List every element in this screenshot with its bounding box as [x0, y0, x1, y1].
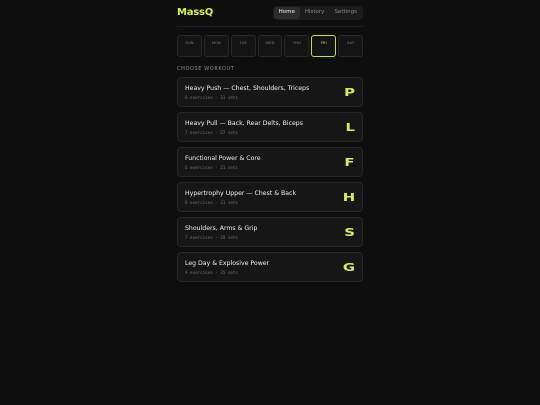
workout-list: Heavy Push — Chest, Shoulders, Triceps 8…	[177, 77, 363, 287]
workout-card-functional[interactable]: Functional Power & Core 6 exercises · 21…	[177, 147, 363, 177]
tab-settings[interactable]: Settings	[329, 7, 362, 19]
workout-title: Shoulders, Arms & Grip	[185, 225, 258, 232]
workout-meta: 7 exercises · 27 sets	[185, 130, 238, 135]
workout-letter-badge: G	[342, 261, 355, 274]
workout-letter-badge: P	[344, 86, 355, 99]
workout-card-shoulders[interactable]: Shoulders, Arms & Grip 7 exercises · 28 …	[177, 217, 363, 247]
section-label: CHOOSE WORKOUT	[177, 66, 235, 72]
workout-title: Leg Day & Explosive Power	[185, 260, 270, 267]
day-sat[interactable]: SAT	[338, 35, 364, 57]
workout-meta: 7 exercises · 28 sets	[185, 235, 238, 240]
workout-card-pull[interactable]: Heavy Pull — Back, Rear Delts, Biceps 7 …	[177, 112, 363, 142]
top-bar: MassQ Home History Settings	[177, 6, 363, 20]
day-wed[interactable]: WED	[257, 35, 283, 57]
day-selector: SUN MON TUE WED THU FRI SAT	[177, 35, 364, 57]
day-thu[interactable]: THU	[284, 35, 310, 57]
day-sun[interactable]: SUN	[177, 35, 202, 57]
workout-meta: 6 exercises · 21 sets	[185, 165, 238, 170]
workout-card-push[interactable]: Heavy Push — Chest, Shoulders, Triceps 8…	[177, 77, 363, 107]
workout-meta: 9 exercises · 35 sets	[185, 270, 238, 275]
workout-title: Functional Power & Core	[185, 155, 261, 162]
workout-letter-badge: S	[344, 226, 355, 239]
main-nav: Home History Settings	[272, 6, 363, 20]
workout-card-legs[interactable]: Leg Day & Explosive Power 9 exercises · …	[177, 252, 363, 282]
workout-card-hypertrophy[interactable]: Hypertrophy Upper — Chest & Back 8 exerc…	[177, 182, 363, 212]
workout-letter-badge: L	[345, 121, 355, 134]
workout-title: Heavy Push — Chest, Shoulders, Triceps	[185, 85, 310, 92]
tab-history[interactable]: History	[300, 7, 330, 19]
workout-title: Hypertrophy Upper — Chest & Back	[185, 190, 297, 197]
day-mon[interactable]: MON	[203, 35, 229, 57]
workout-letter-badge: F	[344, 156, 355, 169]
workout-meta: 8 exercises · 31 sets	[185, 95, 238, 100]
workout-title: Heavy Pull — Back, Rear Delts, Biceps	[185, 120, 303, 127]
tab-home[interactable]: Home	[273, 7, 300, 19]
brand-logo[interactable]: MassQ	[177, 7, 213, 18]
day-fri[interactable]: FRI	[311, 35, 337, 57]
header-divider	[177, 26, 363, 27]
workout-letter-badge: H	[342, 191, 355, 204]
day-tue[interactable]: TUE	[230, 35, 256, 57]
workout-meta: 8 exercises · 31 sets	[185, 200, 238, 205]
